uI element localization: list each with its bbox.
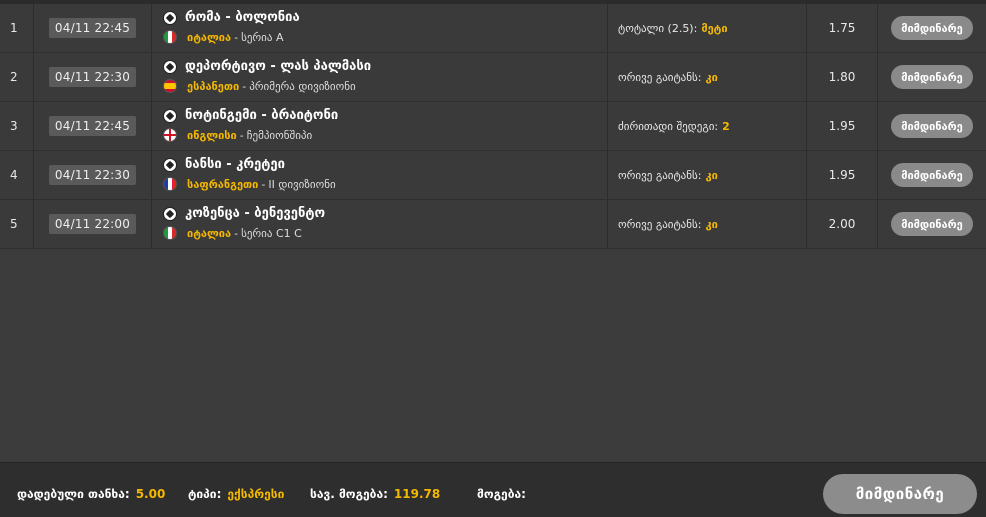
bet-cell: ორივე გაიტანს: კი <box>607 151 807 199</box>
status-button[interactable]: მიმდინარე <box>891 114 973 138</box>
league-name: ჩემპიონშიპი <box>246 128 313 142</box>
row-number: 2 <box>10 70 18 84</box>
status-cell: მიმდინარე <box>877 200 986 248</box>
status-cell: მიმდინარე <box>877 151 986 199</box>
type-summary: ტიპი: ექსპრესი <box>188 487 284 501</box>
match-time: 04/11 22:45 <box>48 116 137 136</box>
bet-cell: ტოტალი (2.5): მეტი <box>607 4 807 52</box>
match-title[interactable]: კოზენცა - ბენევენტო <box>185 206 325 221</box>
row-number: 3 <box>10 119 18 133</box>
bet-selection: მეტი <box>701 21 728 35</box>
bet-cell: ორივე გაიტანს: კი <box>607 53 807 101</box>
england-flag-icon <box>163 128 177 142</box>
table-row: 3 04/11 22:45 ნოტინგემი - ბრაიტონი ინგლი… <box>0 102 986 151</box>
country-name: ესპანეთი <box>187 79 240 93</box>
bet-selection: კი <box>705 217 718 231</box>
bet-selection: კი <box>705 168 718 182</box>
odds: 1.95 <box>828 168 856 182</box>
match-cell: ნოტინგემი - ბრაიტონი ინგლისი - ჩემპიონში… <box>152 102 607 150</box>
match-time: 04/11 22:30 <box>48 165 137 185</box>
match-time: 04/11 22:30 <box>48 67 137 87</box>
time-cell: 04/11 22:45 <box>33 102 152 150</box>
bet-slip-table: 1 04/11 22:45 რომა - ბოლონია იტალია - სე… <box>0 4 986 249</box>
match-title[interactable]: ნოტინგემი - ბრაიტონი <box>185 108 338 123</box>
bet-type: ტოტალი (2.5): <box>618 21 698 35</box>
separator: - <box>234 226 239 240</box>
odds: 1.75 <box>828 21 856 35</box>
bet-type: ძირითადი შედეგი: <box>618 119 719 133</box>
stake-summary: დადებული თანხა: 5.00 <box>17 487 165 501</box>
time-cell: 04/11 22:00 <box>33 200 152 248</box>
bet-type: ორივე გაიტანს: <box>618 70 702 84</box>
league-name: სერია C1 C <box>241 226 302 240</box>
row-number: 1 <box>10 21 18 35</box>
football-icon <box>163 157 177 172</box>
football-icon <box>163 108 177 123</box>
league-name: სერია A <box>241 30 284 44</box>
stake-label: დადებული თანხა: <box>17 487 130 501</box>
separator: - <box>234 30 239 44</box>
separator: - <box>239 128 244 142</box>
country-name: იტალია <box>187 226 232 240</box>
bet-selection: კი <box>705 70 718 84</box>
odds: 1.95 <box>828 119 856 133</box>
type-label: ტიპი: <box>188 487 222 501</box>
status-cell: მიმდინარე <box>877 4 986 52</box>
match-cell: ნანსი - კრეტეი საფრანგეთი - II დივიზიონი <box>152 151 607 199</box>
country-name: იტალია <box>187 30 232 44</box>
status-cell: მიმდინარე <box>877 53 986 101</box>
table-row: 2 04/11 22:30 დეპორტივო - ლას პალმასი ეს… <box>0 53 986 102</box>
time-cell: 04/11 22:30 <box>33 53 152 101</box>
bet-selection: 2 <box>722 119 730 133</box>
odds: 1.80 <box>828 70 856 84</box>
stake-value: 5.00 <box>135 487 166 501</box>
odds: 2.00 <box>828 217 856 231</box>
football-icon <box>163 206 177 221</box>
spain-flag-icon <box>163 79 177 93</box>
france-flag-icon <box>163 177 177 191</box>
bet-type: ორივე გაიტანს: <box>618 217 702 231</box>
match-cell: დეპორტივო - ლას პალმასი ესპანეთი - პრიმე… <box>152 53 607 101</box>
row-number: 5 <box>10 217 18 231</box>
win-summary: მოგება: <box>477 487 532 501</box>
bet-cell: ორივე გაიტანს: კი <box>607 200 807 248</box>
match-title[interactable]: ნანსი - კრეტეი <box>185 157 285 172</box>
status-button[interactable]: მიმდინარე <box>891 65 973 89</box>
type-value: ექსპრესი <box>227 487 285 501</box>
separator: - <box>242 79 247 93</box>
win-label: მოგება: <box>477 487 526 501</box>
potential-win-label: სავ. მოგება: <box>310 487 388 501</box>
italy-flag-icon <box>163 30 177 44</box>
status-button[interactable]: მიმდინარე <box>891 163 973 187</box>
football-icon <box>163 59 177 74</box>
row-number: 4 <box>10 168 18 182</box>
match-title[interactable]: დეპორტივო - ლას პალმასი <box>185 59 371 74</box>
potential-win-summary: სავ. მოგება: 119.78 <box>310 487 440 501</box>
league-name: II დივიზიონი <box>268 177 336 191</box>
bet-cell: ძირითადი შედეგი: 2 <box>607 102 807 150</box>
status-cell: მიმდინარე <box>877 102 986 150</box>
bet-status-button[interactable]: მიმდინარე <box>823 474 977 514</box>
status-button[interactable]: მიმდინარე <box>891 16 973 40</box>
country-name: ინგლისი <box>187 128 237 142</box>
football-icon <box>163 10 177 25</box>
potential-win-value: 119.78 <box>393 487 441 501</box>
country-name: საფრანგეთი <box>187 177 259 191</box>
league-name: პრიმერა დივიზიონი <box>249 79 356 93</box>
table-row: 4 04/11 22:30 ნანსი - კრეტეი საფრანგეთი … <box>0 151 986 200</box>
match-cell: კოზენცა - ბენევენტო იტალია - სერია C1 C <box>152 200 607 248</box>
time-cell: 04/11 22:30 <box>33 151 152 199</box>
bet-summary-footer: დადებული თანხა: 5.00 ტიპი: ექსპრესი სავ. მ… <box>0 462 986 517</box>
match-title[interactable]: რომა - ბოლონია <box>185 10 300 25</box>
status-button[interactable]: მიმდინარე <box>891 212 973 236</box>
match-cell: რომა - ბოლონია იტალია - სერია A <box>152 4 607 52</box>
separator: - <box>261 177 266 191</box>
table-row: 1 04/11 22:45 რომა - ბოლონია იტალია - სე… <box>0 4 986 53</box>
time-cell: 04/11 22:45 <box>33 4 152 52</box>
bet-type: ორივე გაიტანს: <box>618 168 702 182</box>
table-row: 5 04/11 22:00 კოზენცა - ბენევენტო იტალია… <box>0 200 986 249</box>
match-time: 04/11 22:45 <box>48 18 137 38</box>
match-time: 04/11 22:00 <box>48 214 137 234</box>
italy-flag-icon <box>163 226 177 240</box>
